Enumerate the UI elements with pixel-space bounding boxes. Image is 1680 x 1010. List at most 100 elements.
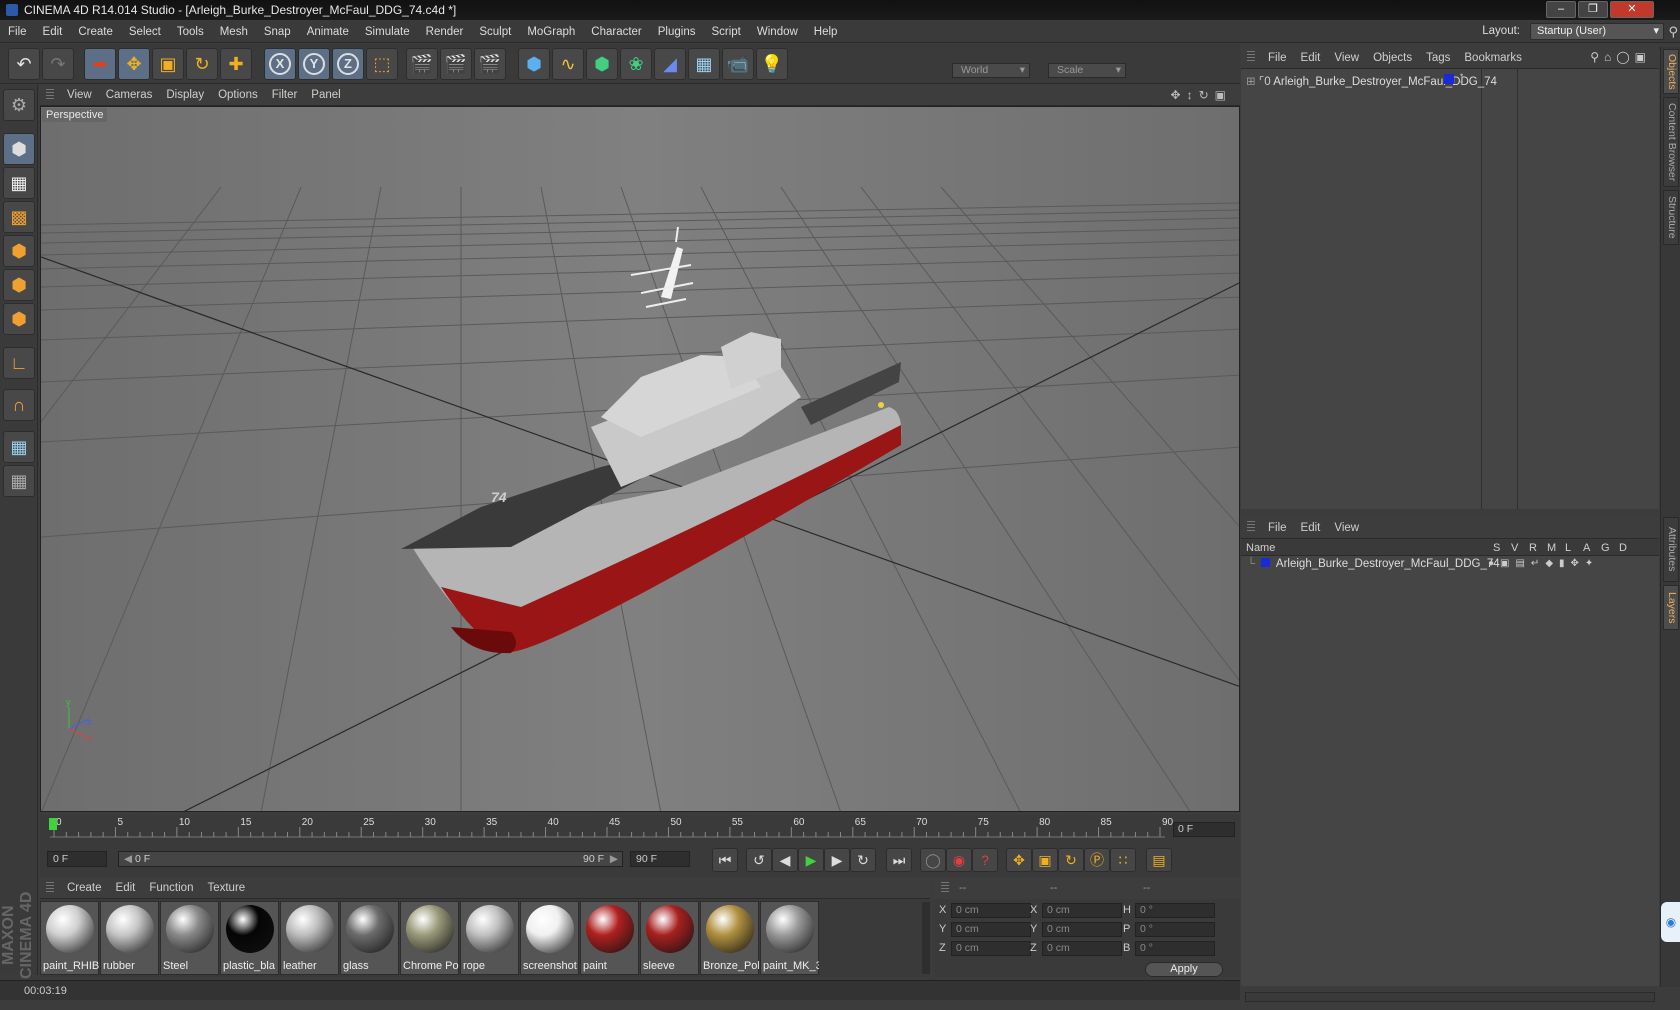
move-button[interactable]: ✥	[118, 48, 150, 80]
layers-menu-file[interactable]: File	[1261, 517, 1294, 539]
material-swatch[interactable]: paint	[580, 901, 639, 975]
layers-menu-view[interactable]: View	[1327, 517, 1366, 539]
layer-color-swatch[interactable]	[1261, 558, 1271, 567]
menu-mograph[interactable]: MoGraph	[519, 21, 583, 43]
viewport-menu-display[interactable]: Display	[159, 85, 211, 106]
go-to-start-button[interactable]: ⏮	[712, 848, 738, 872]
tab-content-browser[interactable]: Content Browser	[1663, 97, 1679, 187]
rotation-key-button[interactable]: ↻	[1058, 848, 1084, 872]
menu-render[interactable]: Render	[418, 21, 472, 43]
menu-character[interactable]: Character	[583, 21, 650, 43]
floor-button[interactable]: ▦	[688, 48, 720, 80]
tab-layers[interactable]: Layers	[1663, 585, 1679, 630]
previous-key-button[interactable]: ↺	[746, 848, 772, 872]
search-icon[interactable]: ⚲	[1668, 24, 1678, 40]
column-deformers[interactable]: D	[1619, 542, 1627, 554]
autokeying-button[interactable]: ◉	[946, 848, 972, 872]
timeline-ruler[interactable]: 0 5 10 15 20 25 30 35 40 45 50 55 60 65 70 75 80 85 90	[40, 815, 1240, 845]
redo-button[interactable]: ↷	[42, 48, 74, 80]
render-picture-viewer-button[interactable]: 🎬	[440, 48, 472, 80]
object-name[interactable]: Arleigh_Burke_Destroyer_McFaul_DDG_74	[1273, 76, 1497, 88]
point-level-key-button[interactable]: ∷	[1110, 848, 1136, 872]
material-menu-texture[interactable]: Texture	[200, 878, 252, 899]
coordinate-field[interactable]: 0 cm	[1042, 903, 1122, 918]
camera-button[interactable]: 📹	[722, 48, 754, 80]
viewport-menu-cameras[interactable]: Cameras	[99, 85, 160, 106]
expand-icon[interactable]: ⊞	[1246, 76, 1256, 88]
scale-button[interactable]: ▣	[152, 48, 184, 80]
coordinate-mode-dropdown[interactable]: World ▾	[952, 63, 1030, 78]
coordinate-field[interactable]: 0 °	[1135, 922, 1215, 937]
next-frame-button[interactable]: ▶	[824, 848, 850, 872]
axis-mode-button[interactable]: ∟	[3, 347, 35, 379]
panel-grip[interactable]	[1247, 521, 1255, 533]
transform-button[interactable]: ✚	[220, 48, 252, 80]
parameter-key-button[interactable]: Ⓟ	[1084, 848, 1110, 872]
column-render[interactable]: R	[1529, 542, 1537, 554]
cube-object-button[interactable]: ⬢	[518, 48, 550, 80]
layers-menu-edit[interactable]: Edit	[1294, 517, 1328, 539]
viewport-menu-view[interactable]: View	[60, 85, 99, 106]
apply-button[interactable]: Apply	[1145, 962, 1223, 977]
coordinate-field[interactable]: 0 °	[1135, 903, 1215, 918]
coordinate-field[interactable]: 0 °	[1135, 941, 1215, 956]
menu-edit[interactable]: Edit	[35, 21, 71, 43]
menu-select[interactable]: Select	[121, 21, 169, 43]
live-selection-button[interactable]: ➦	[84, 48, 116, 80]
render-settings-button[interactable]: 🎬	[474, 48, 506, 80]
coordinate-field[interactable]: 0 cm	[951, 941, 1031, 956]
objects-menu-objects[interactable]: Objects	[1366, 47, 1419, 69]
material-swatch[interactable]: Bronze_Pol	[700, 901, 759, 975]
coordinate-field[interactable]: 0 cm	[1042, 941, 1122, 956]
material-swatch[interactable]: leather	[280, 901, 339, 975]
layer-color-tag[interactable]	[1444, 74, 1454, 84]
layer-row[interactable]: └ Arleigh_Burke_Destroyer_McFaul_DDG_74	[1247, 558, 1500, 570]
render-view-button[interactable]: 🎬	[406, 48, 438, 80]
edges-mode-button[interactable]: ⬢	[3, 269, 35, 301]
coordinate-field[interactable]: 0 cm	[951, 903, 1031, 918]
menu-file[interactable]: File	[0, 21, 35, 43]
preview-range-slider[interactable]: ◀ 0 F 90 F ▶	[118, 851, 623, 867]
size-mode-dropdown[interactable]: Scale ▾	[1048, 63, 1126, 78]
record-keys-button[interactable]: ◯	[920, 848, 946, 872]
start-frame-field[interactable]: 0 F	[47, 851, 107, 867]
next-key-button[interactable]: ↻	[850, 848, 876, 872]
viewport-menu-panel[interactable]: Panel	[304, 85, 347, 106]
menu-sculpt[interactable]: Sculpt	[471, 21, 519, 43]
rotate-button[interactable]: ↻	[186, 48, 218, 80]
solo-button[interactable]: ▦	[3, 465, 35, 497]
array-button[interactable]: ❀	[620, 48, 652, 80]
menu-mesh[interactable]: Mesh	[212, 21, 256, 43]
viewport-menu-filter[interactable]: Filter	[265, 85, 305, 106]
maximize-button[interactable]: ❐	[1578, 1, 1608, 18]
subdivision-surface-button[interactable]: ⬢	[586, 48, 618, 80]
column-name[interactable]: Name	[1246, 542, 1275, 554]
layer-name[interactable]: Arleigh_Burke_Destroyer_McFaul_DDG_74	[1276, 558, 1500, 570]
coordinate-field[interactable]: 0 cm	[1042, 922, 1122, 937]
objects-menu-file[interactable]: File	[1261, 47, 1294, 69]
spline-button[interactable]: ∿	[552, 48, 584, 80]
material-swatch[interactable]: glass	[340, 901, 399, 975]
workplane-mode-button[interactable]: ▩	[3, 201, 35, 233]
material-scrollbar[interactable]	[922, 902, 930, 974]
texture-mode-button[interactable]: ▦	[3, 167, 35, 199]
material-menu-create[interactable]: Create	[60, 878, 109, 899]
undo-button[interactable]: ↶	[8, 48, 40, 80]
menu-window[interactable]: Window	[749, 21, 806, 43]
column-generators[interactable]: G	[1601, 542, 1610, 554]
material-swatch[interactable]: sleeve	[640, 901, 699, 975]
layers-horizontal-scrollbar[interactable]	[1245, 992, 1655, 1002]
column-manager[interactable]: M	[1547, 542, 1556, 554]
chat-widget-icon[interactable]: ◉	[1661, 902, 1680, 942]
objects-menu-view[interactable]: View	[1327, 47, 1366, 69]
material-swatch[interactable]: paint_RHIB	[40, 901, 99, 975]
z-axis-button[interactable]: Z	[332, 48, 364, 80]
minimize-button[interactable]: –	[1546, 1, 1576, 18]
model-mode-button[interactable]: ⬢	[3, 133, 35, 165]
material-swatch[interactable]: plastic_bla	[220, 901, 279, 975]
y-axis-button[interactable]: Y	[298, 48, 330, 80]
deformer-button[interactable]: ◢	[654, 48, 686, 80]
previous-frame-button[interactable]: ◀	[772, 848, 798, 872]
panel-grip[interactable]	[941, 882, 949, 894]
workplane-lock-button[interactable]: ▦	[3, 431, 35, 463]
